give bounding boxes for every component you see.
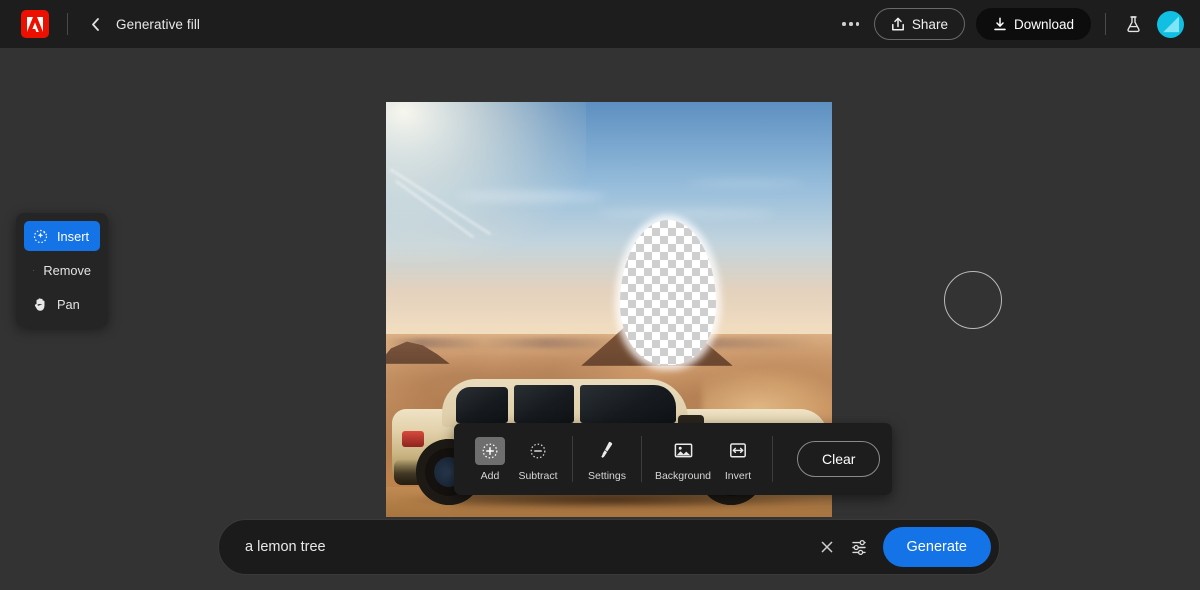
clear-button[interactable]: Clear <box>797 441 881 477</box>
sliders-icon[interactable] <box>845 532 875 562</box>
tool-item-insert[interactable]: Insert <box>24 221 100 251</box>
canvas-area[interactable]: Insert Remove Pan Add Subtract Settings … <box>0 48 1200 590</box>
cloud <box>686 180 806 186</box>
cloud <box>456 192 606 201</box>
hand-icon <box>34 297 45 311</box>
ellipsis-icon[interactable] <box>836 9 866 39</box>
selection-tool-add[interactable]: Add <box>466 436 514 482</box>
header-divider <box>67 13 68 35</box>
prompt-bar: Generate <box>218 519 1000 575</box>
tool-label: Pan <box>57 296 80 312</box>
share-upload-icon <box>891 17 904 30</box>
header-actions: Share Download <box>836 8 1200 40</box>
selection-tool-label: Invert <box>724 469 752 482</box>
toolbar-separator <box>641 436 642 482</box>
tool-item-remove[interactable]: Remove <box>24 255 100 285</box>
tool-panel: Insert Remove Pan <box>16 213 108 327</box>
prompt-input[interactable] <box>245 539 813 555</box>
share-button[interactable]: Share <box>873 8 965 40</box>
page-title: Generative fill <box>116 16 201 32</box>
selection-tool-invert[interactable]: Invert <box>714 437 762 482</box>
toolbar-separator <box>772 436 773 482</box>
sparkle-selection-icon <box>33 229 48 243</box>
generate-button[interactable]: Generate <box>882 527 991 567</box>
image-icon <box>668 437 698 465</box>
header-separator <box>1105 13 1106 35</box>
brush-subtract-icon <box>523 437 553 465</box>
download-label: Download <box>1013 16 1074 32</box>
tool-label: Insert <box>57 228 90 244</box>
selection-tool-subtract[interactable]: Subtract <box>514 437 562 482</box>
close-x-icon[interactable] <box>813 533 841 561</box>
download-button[interactable]: Download <box>975 8 1091 40</box>
brush-circle-cursor <box>944 271 1002 329</box>
share-label: Share <box>911 16 948 32</box>
sun-glow <box>386 102 586 262</box>
adobe-logo-icon[interactable] <box>21 10 49 38</box>
back-button[interactable] <box>82 11 108 37</box>
selection-tool-background[interactable]: Background <box>652 437 714 482</box>
tool-item-pan[interactable]: Pan <box>24 289 100 319</box>
selection-tool-label: Settings <box>588 469 626 482</box>
paintbrush-icon <box>592 437 622 465</box>
cloud <box>596 210 776 217</box>
avatar[interactable] <box>1157 10 1184 38</box>
selection-tool-label: Add <box>480 469 500 482</box>
brush-add-icon <box>475 436 505 465</box>
clear-label: Clear <box>822 451 856 467</box>
flask-icon[interactable] <box>1120 11 1146 37</box>
tool-label: Remove <box>43 262 91 278</box>
invert-selection-icon <box>723 437 753 465</box>
selection-tool-label: Subtract <box>518 469 558 482</box>
magic-wand-eraser-icon <box>33 269 35 271</box>
selection-tool-label: Background <box>654 469 712 482</box>
toolbar-separator <box>572 436 573 482</box>
app-header: Generative fill Share Download <box>0 0 1200 48</box>
chevron-left-icon <box>92 17 99 31</box>
selection-tool-settings[interactable]: Settings <box>583 437 631 482</box>
selection-toolbar: Add Subtract Settings Background Invert … <box>454 423 893 495</box>
generate-label: Generate <box>906 539 967 555</box>
download-arrow-icon <box>994 16 1006 30</box>
